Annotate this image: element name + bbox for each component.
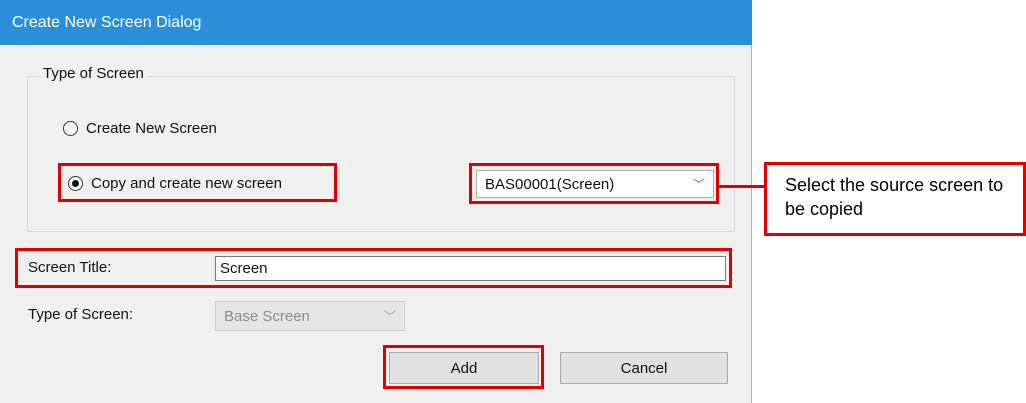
type-of-screen-value: Base Screen (224, 307, 310, 325)
highlight-add-button (383, 345, 544, 389)
callout-text: Select the source screen to be copied (785, 175, 1004, 219)
annotation-callout: Select the source screen to be copied (764, 162, 1026, 236)
create-new-screen-dialog: Create New Screen Dialog Type of Screen … (0, 0, 752, 403)
chevron-down-icon: ﹀ (383, 309, 396, 324)
group-legend: Type of Screen (40, 65, 147, 82)
highlight-screen-title (15, 248, 732, 288)
cancel-button[interactable]: Cancel (560, 352, 728, 384)
radio-create-new-screen[interactable]: Create New Screen (63, 120, 217, 137)
callout-connector-line (716, 185, 766, 188)
type-of-screen-select: Base Screen ﹀ (215, 301, 405, 331)
highlight-copy-radio (58, 163, 337, 202)
dialog-title: Create New Screen Dialog (12, 13, 202, 31)
highlight-source-select (469, 163, 719, 204)
type-of-screen-label: Type of Screen: (28, 306, 134, 323)
dialog-title-bar: Create New Screen Dialog (0, 0, 752, 45)
type-of-screen-group (27, 76, 735, 232)
radio-button-unchecked[interactable] (63, 121, 78, 136)
radio-create-new-label: Create New Screen (86, 120, 217, 137)
cancel-button-label: Cancel (620, 359, 668, 377)
